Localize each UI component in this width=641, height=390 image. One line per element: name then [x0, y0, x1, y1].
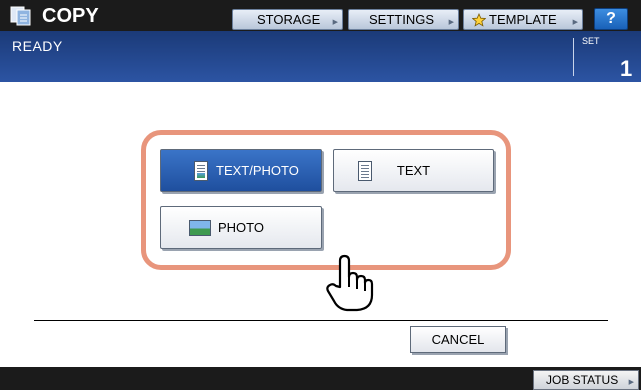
settings-button[interactable]: SETTINGS ▶ [348, 9, 459, 30]
text-photo-button[interactable]: TEXT/PHOTO [160, 149, 322, 192]
copy-icon [10, 6, 32, 26]
set-count: 1 [620, 56, 633, 81]
help-button[interactable]: ? [594, 8, 628, 30]
job-status-button[interactable]: JOB STATUS ▶ [533, 370, 639, 390]
arrow-icon: ▶ [628, 379, 634, 386]
top-bar: COPY STORAGE ▶ SETTINGS ▶ TEMPLATE ▶ ? [0, 0, 641, 31]
app-title: COPY [10, 3, 99, 29]
cancel-button[interactable]: CANCEL [410, 326, 506, 353]
photo-label: PHOTO [218, 220, 264, 235]
storage-button[interactable]: STORAGE ▶ [232, 9, 343, 30]
text-photo-label: TEXT/PHOTO [216, 163, 299, 178]
set-label: SET [582, 36, 600, 46]
divider [34, 320, 608, 321]
pointing-hand-icon [323, 253, 375, 318]
storage-button-label: STORAGE [257, 12, 321, 27]
status-bar: READY SET 1 [0, 31, 641, 82]
status-message: READY [12, 38, 63, 54]
arrow-icon: ▶ [448, 19, 454, 26]
settings-button-label: SETTINGS [369, 12, 435, 27]
app-title-text: COPY [42, 4, 99, 27]
template-button[interactable]: TEMPLATE ▶ [463, 9, 583, 30]
text-label: TEXT [396, 163, 431, 178]
arrow-icon: ▶ [332, 19, 338, 26]
bottom-bar: JOB STATUS ▶ [0, 367, 641, 390]
document-photo-icon [194, 161, 208, 181]
job-status-label: JOB STATUS [546, 373, 619, 387]
set-divider [573, 38, 574, 76]
photo-button[interactable]: PHOTO [160, 206, 322, 249]
template-button-label: TEMPLATE [489, 12, 557, 27]
text-button[interactable]: TEXT [333, 149, 494, 192]
star-icon [471, 12, 487, 27]
arrow-icon: ▶ [572, 19, 578, 26]
